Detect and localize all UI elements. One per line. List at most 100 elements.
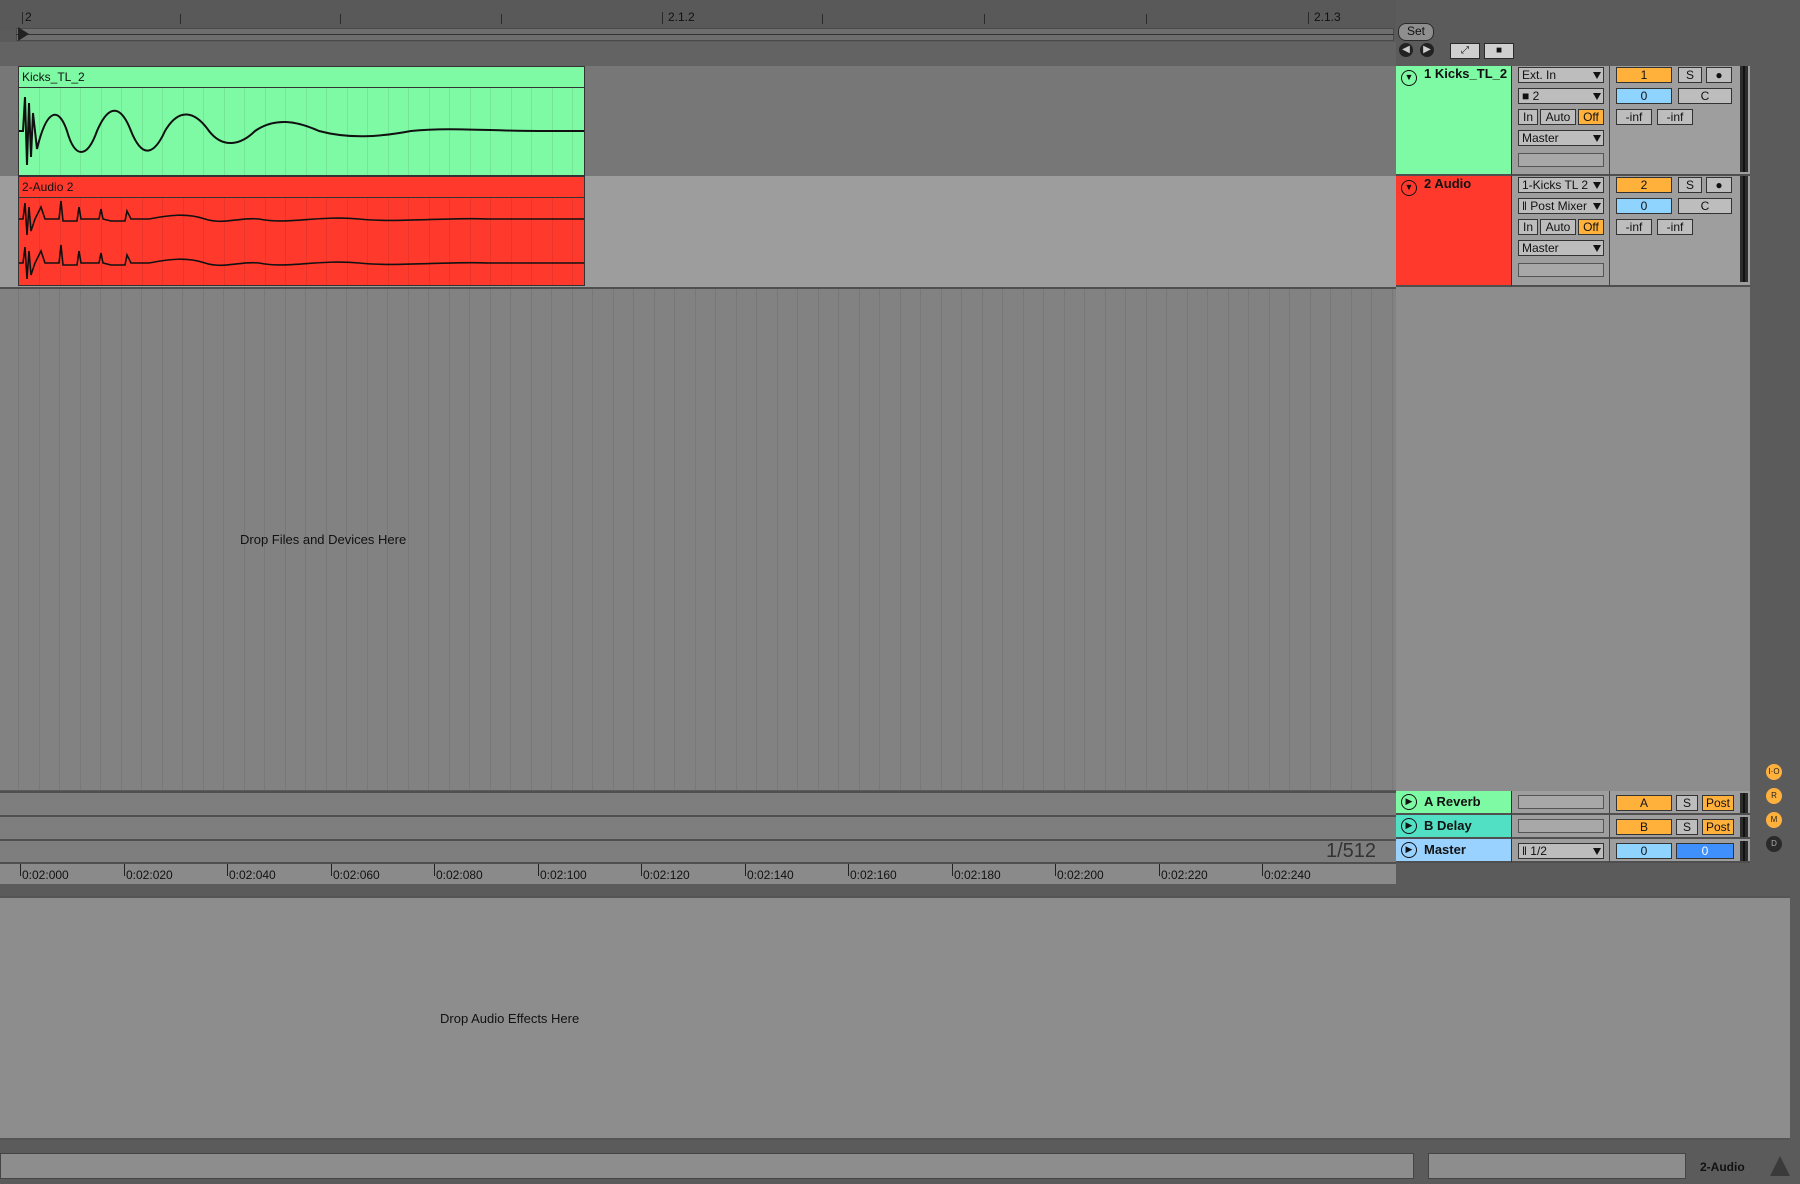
- solo-button[interactable]: S: [1676, 795, 1698, 811]
- monitor-in-button[interactable]: In: [1518, 219, 1538, 235]
- audio-clip-audio-2[interactable]: 2-Audio 2: [18, 176, 585, 286]
- bar-label-2: 2: [25, 10, 32, 24]
- empty-header-area[interactable]: [1396, 287, 1750, 791]
- clip-grid-line: [490, 197, 491, 285]
- return-empty-box[interactable]: [1518, 819, 1604, 833]
- track-header-2[interactable]: ▼ 2 Audio: [1396, 176, 1512, 287]
- return-a-io: [1512, 791, 1610, 815]
- clip-grid-line: [429, 87, 430, 175]
- pan-field[interactable]: C: [1678, 198, 1732, 214]
- play-icon[interactable]: ▶: [1401, 818, 1417, 834]
- clip-grid-line: [121, 87, 122, 175]
- input-channel-select[interactable]: ‖ Post Mixer: [1518, 198, 1604, 214]
- track-activator-button[interactable]: 2: [1616, 177, 1672, 193]
- clip-grid-line: [326, 87, 327, 175]
- clip-grid-line: [388, 197, 389, 285]
- track-activator-button[interactable]: 1: [1616, 67, 1672, 83]
- output-select[interactable]: Master: [1518, 240, 1604, 256]
- time-ruler[interactable]: 0:02:000 0:02:020 0:02:040 0:02:060 0:02:080…: [0, 862, 1396, 884]
- expand-icon[interactable]: ⤢: [1450, 43, 1480, 59]
- track-lane-2[interactable]: 2-Audio 2: [0, 176, 1396, 289]
- clip-grid-line: [60, 197, 61, 285]
- solo-button[interactable]: S: [1678, 177, 1702, 193]
- monitor-off-button[interactable]: Off: [1578, 109, 1604, 125]
- clip-grid-line: [285, 197, 286, 285]
- post-button[interactable]: Post: [1702, 819, 1734, 835]
- monitor-auto-button[interactable]: Auto: [1540, 109, 1576, 125]
- return-lane-a[interactable]: [0, 791, 1396, 815]
- mixer-toggle-button[interactable]: M: [1766, 812, 1782, 828]
- clip-grid-line: [367, 197, 368, 285]
- audio-clip-kicks[interactable]: Kicks_TL_2: [18, 66, 585, 176]
- master-output-select[interactable]: ‖ 1/2: [1518, 843, 1604, 859]
- level-meter: [1740, 793, 1748, 813]
- output-channel-box[interactable]: [1518, 263, 1604, 277]
- clip-grid-line: [306, 197, 307, 285]
- drop-files-hint: Drop Files and Devices Here: [240, 532, 407, 547]
- clip-grid-line: [162, 87, 163, 175]
- solo-button[interactable]: S: [1676, 819, 1698, 835]
- monitor-in-button[interactable]: In: [1518, 109, 1538, 125]
- pan-field[interactable]: C: [1678, 88, 1732, 104]
- master-pan-field[interactable]: 0: [1676, 843, 1734, 859]
- return-activator-button[interactable]: A: [1616, 795, 1672, 811]
- input-type-select[interactable]: 1-Kicks TL 2: [1518, 177, 1604, 193]
- play-icon[interactable]: ▶: [1401, 842, 1417, 858]
- fold-toggle-icon[interactable]: ▼: [1401, 70, 1417, 86]
- returns-toggle-button[interactable]: R: [1766, 788, 1782, 804]
- monitor-auto-button[interactable]: Auto: [1540, 219, 1576, 235]
- loop-start-marker-icon[interactable]: [18, 27, 29, 41]
- delay-toggle-button[interactable]: D: [1766, 836, 1782, 852]
- chevron-down-icon: [1593, 245, 1601, 252]
- arm-record-button[interactable]: ●: [1706, 67, 1732, 83]
- output-select[interactable]: Master: [1518, 130, 1604, 146]
- post-button[interactable]: Post: [1702, 795, 1734, 811]
- solo-button[interactable]: S: [1678, 67, 1702, 83]
- next-locator-icon[interactable]: ▶: [1420, 43, 1434, 57]
- fold-toggle-icon[interactable]: ▼: [1401, 180, 1417, 196]
- return-header-a[interactable]: ▶ A Reverb: [1396, 791, 1512, 815]
- time-tick: [848, 864, 849, 876]
- peak-left: -inf: [1616, 109, 1652, 125]
- time-tick: [20, 864, 21, 876]
- time-tick: [124, 864, 125, 876]
- arm-record-button[interactable]: ●: [1706, 177, 1732, 193]
- clip-grid-line: [572, 87, 573, 175]
- time-label: 0:02:220: [1161, 868, 1208, 882]
- track-name: A Reverb: [1424, 794, 1481, 809]
- previous-locator-icon[interactable]: ◀: [1399, 43, 1413, 57]
- volume-field[interactable]: 0: [1616, 88, 1672, 104]
- monitor-off-button[interactable]: Off: [1578, 219, 1604, 235]
- master-lane[interactable]: [0, 839, 1396, 863]
- track-name: B Delay: [1424, 818, 1472, 833]
- time-label: 0:02:160: [850, 868, 897, 882]
- time-label: 0:02:060: [333, 868, 380, 882]
- return-header-b[interactable]: ▶ B Delay: [1396, 815, 1512, 839]
- triangle-icon[interactable]: [1770, 1156, 1790, 1176]
- clip-grid-line: [449, 87, 450, 175]
- peak-left: -inf: [1616, 219, 1652, 235]
- set-locator-button[interactable]: Set: [1398, 23, 1434, 41]
- track-lane-1[interactable]: Kicks_TL_2: [0, 66, 1396, 178]
- master-volume-field[interactable]: 0: [1616, 843, 1672, 859]
- return-empty-box[interactable]: [1518, 795, 1604, 809]
- beat-ruler[interactable]: 2 2.1.2 2.1.3: [0, 0, 1396, 30]
- input-channel-select[interactable]: ■ 2: [1518, 88, 1604, 104]
- level-meter: [1740, 817, 1748, 837]
- input-type-select[interactable]: Ext. In: [1518, 67, 1604, 83]
- return-activator-button[interactable]: B: [1616, 819, 1672, 835]
- master-header[interactable]: ▶ Master: [1396, 839, 1512, 863]
- return-lane-b[interactable]: [0, 815, 1396, 839]
- time-label: 0:02:100: [540, 868, 587, 882]
- lock-icon[interactable]: ■: [1484, 43, 1514, 59]
- play-icon[interactable]: ▶: [1401, 794, 1417, 810]
- time-tick: [1159, 864, 1160, 876]
- io-toggle-button[interactable]: I·O: [1766, 764, 1782, 780]
- device-view[interactable]: [0, 896, 1790, 1140]
- clip-grid-line: [80, 197, 81, 285]
- arrangement-view[interactable]: Kicks_TL_2 2-Audio 2: [0, 66, 1396, 863]
- volume-field[interactable]: 0: [1616, 198, 1672, 214]
- output-channel-box[interactable]: [1518, 153, 1604, 167]
- track-header-1[interactable]: ▼ 1 Kicks_TL_2: [1396, 66, 1512, 176]
- clip-title: Kicks_TL_2: [19, 67, 584, 88]
